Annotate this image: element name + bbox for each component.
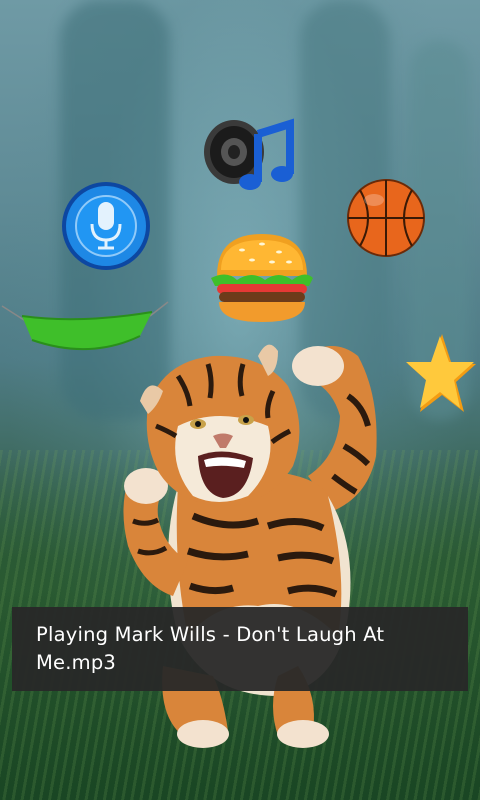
- tiger-character[interactable]: [118, 336, 388, 756]
- basketball-icon[interactable]: [346, 178, 426, 258]
- toast-message: Playing Mark Wills - Don't Laugh At Me.m…: [36, 623, 385, 674]
- burger-icon[interactable]: [207, 230, 317, 328]
- music-icon[interactable]: [200, 112, 300, 194]
- microphone-icon[interactable]: [60, 180, 152, 272]
- star-icon[interactable]: [404, 332, 478, 416]
- now-playing-toast: Playing Mark Wills - Don't Laugh At Me.m…: [12, 607, 468, 691]
